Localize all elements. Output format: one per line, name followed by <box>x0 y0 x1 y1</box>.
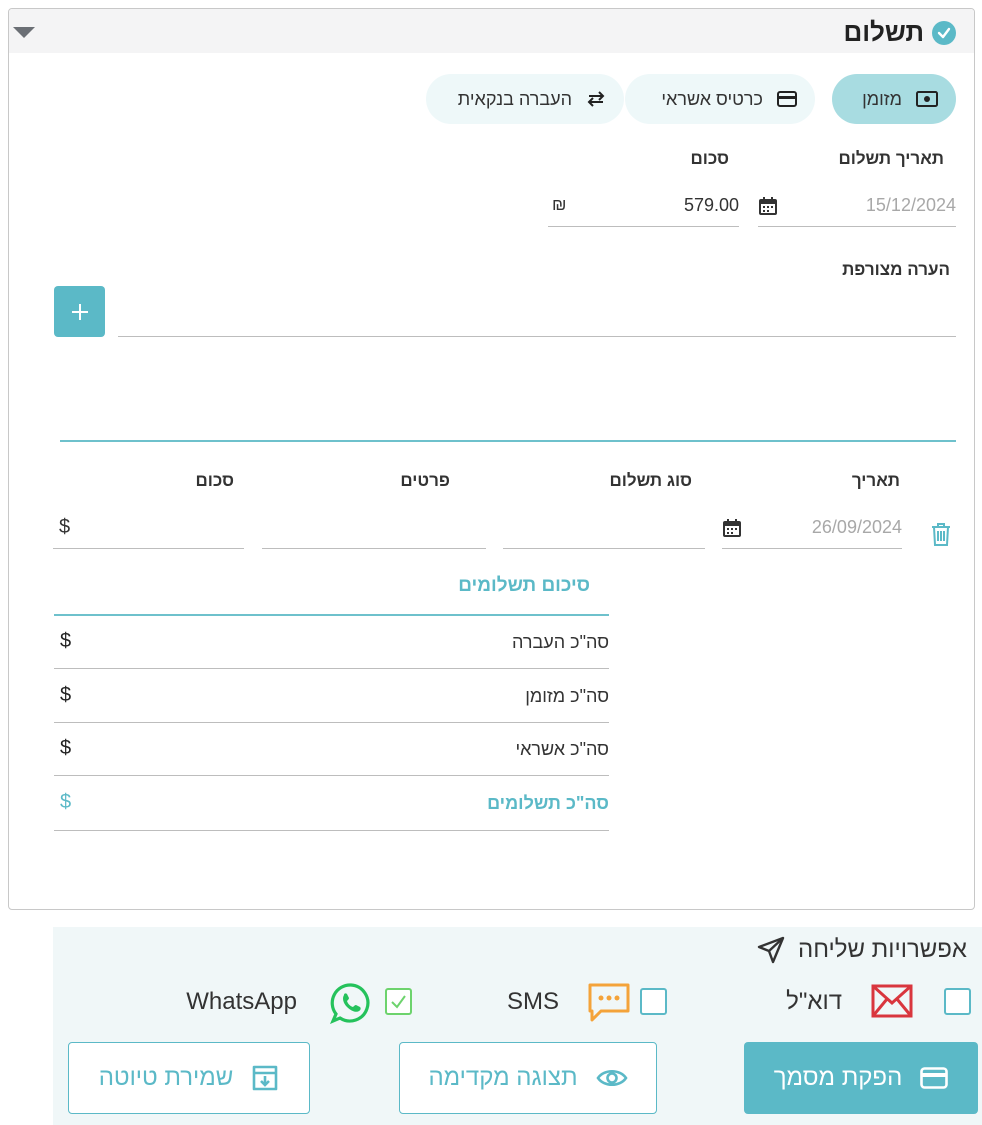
issue-document-label: הפקת מסמך <box>773 1064 903 1091</box>
send-options-title: אפשרויות שליחה <box>756 935 967 965</box>
payment-date-field[interactable]: 15/12/2024 <box>758 185 956 227</box>
issue-document-button[interactable]: הפקת מסמך <box>744 1042 978 1114</box>
payment-method-label: העברה בנקאית <box>457 88 572 109</box>
preview-button[interactable]: תצוגה מקדימה <box>399 1042 657 1114</box>
payment-method-label: מזומן <box>862 88 902 109</box>
collapse-caret-icon[interactable] <box>13 27 35 38</box>
panel-title: תשלום <box>843 17 956 48</box>
payment-method-credit-card[interactable]: כרטיס אשראי <box>625 74 815 124</box>
transfer-arrows-icon <box>587 91 605 107</box>
email-label: דוא"ל <box>786 988 842 1015</box>
calendar-icon[interactable] <box>758 196 778 216</box>
column-payment-type: סוג תשלום <box>609 471 692 490</box>
email-checkbox[interactable] <box>944 988 971 1015</box>
check-circle-icon <box>932 20 956 45</box>
summary-row-label: סה"כ מזומן <box>525 686 609 706</box>
row-date-value: 26/09/2024 <box>811 517 902 537</box>
summary-total-label: סה"כ תשלומים <box>487 793 609 813</box>
row-payment-type-field[interactable] <box>503 507 705 549</box>
row-details-field[interactable] <box>262 507 486 549</box>
amount-field[interactable]: 579.00 ₪ <box>548 185 739 227</box>
summary-row: סה"כ העברה $ <box>54 616 609 669</box>
payment-panel: תשלום מזומן כרטיס אשראי העברה בנקאית תאר… <box>8 8 975 910</box>
summary-row-currency: $ <box>60 630 72 652</box>
note-label: הערה מצורפת <box>842 260 950 279</box>
summary-row-currency: $ <box>60 684 72 706</box>
archive-download-icon <box>253 1065 278 1091</box>
column-date: תאריך <box>851 471 900 490</box>
column-amount: סכום <box>195 471 234 490</box>
credit-card-icon <box>920 1067 949 1089</box>
add-note-button[interactable] <box>54 286 105 337</box>
plus-icon <box>71 303 88 320</box>
amount-label: סכום <box>690 149 729 168</box>
send-paper-plane-icon <box>757 936 785 964</box>
payment-date-label: תאריך תשלום <box>838 149 944 168</box>
summary-row-label: סה"כ אשראי <box>515 739 609 759</box>
section-title: תשלום <box>843 17 924 47</box>
summary-row-currency: $ <box>60 737 72 759</box>
summary-row: סה"כ אשראי $ <box>54 723 609 776</box>
amount-value: 579.00 <box>683 195 739 215</box>
payment-date-value: 15/12/2024 <box>865 195 956 215</box>
summary-total-currency: $ <box>60 791 72 813</box>
email-envelope-icon <box>871 984 913 1018</box>
save-draft-label: שמירת טיוטה <box>98 1064 234 1091</box>
summary-total-row: סה"כ תשלומים $ <box>54 777 609 831</box>
row-date-field[interactable]: 26/09/2024 <box>722 507 902 549</box>
eye-icon <box>595 1069 628 1087</box>
row-amount-field[interactable]: $ <box>53 507 244 549</box>
note-field[interactable] <box>118 295 956 337</box>
sms-label: SMS <box>506 988 559 1015</box>
sms-chat-icon <box>588 983 630 1022</box>
summary-row-label: סה"כ העברה <box>511 632 609 652</box>
credit-card-icon <box>777 91 797 107</box>
summary-title: סיכום תשלומים <box>458 575 590 596</box>
column-details: פרטים <box>400 471 450 490</box>
check-icon <box>391 995 406 1009</box>
summary-row: סה"כ מזומן $ <box>54 670 609 723</box>
panel-header[interactable]: תשלום <box>9 9 974 53</box>
whatsapp-icon <box>330 983 370 1024</box>
trash-icon[interactable] <box>930 521 952 547</box>
cash-icon <box>916 91 938 107</box>
whatsapp-label: WhatsApp <box>186 988 297 1015</box>
calendar-icon[interactable] <box>722 518 742 538</box>
send-options-label: אפשרויות שליחה <box>798 936 967 963</box>
save-draft-button[interactable]: שמירת טיוטה <box>68 1042 310 1114</box>
whatsapp-checkbox[interactable] <box>385 988 412 1015</box>
payment-method-bank-transfer[interactable]: העברה בנקאית <box>426 74 624 124</box>
payment-method-cash[interactable]: מזומן <box>832 74 956 124</box>
row-amount-currency: $ <box>59 516 71 538</box>
shekel-currency: ₪ <box>552 195 567 214</box>
sms-checkbox[interactable] <box>640 988 667 1015</box>
preview-label: תצוגה מקדימה <box>428 1064 578 1091</box>
section-divider <box>60 440 956 442</box>
payment-method-label: כרטיס אשראי <box>661 88 763 109</box>
